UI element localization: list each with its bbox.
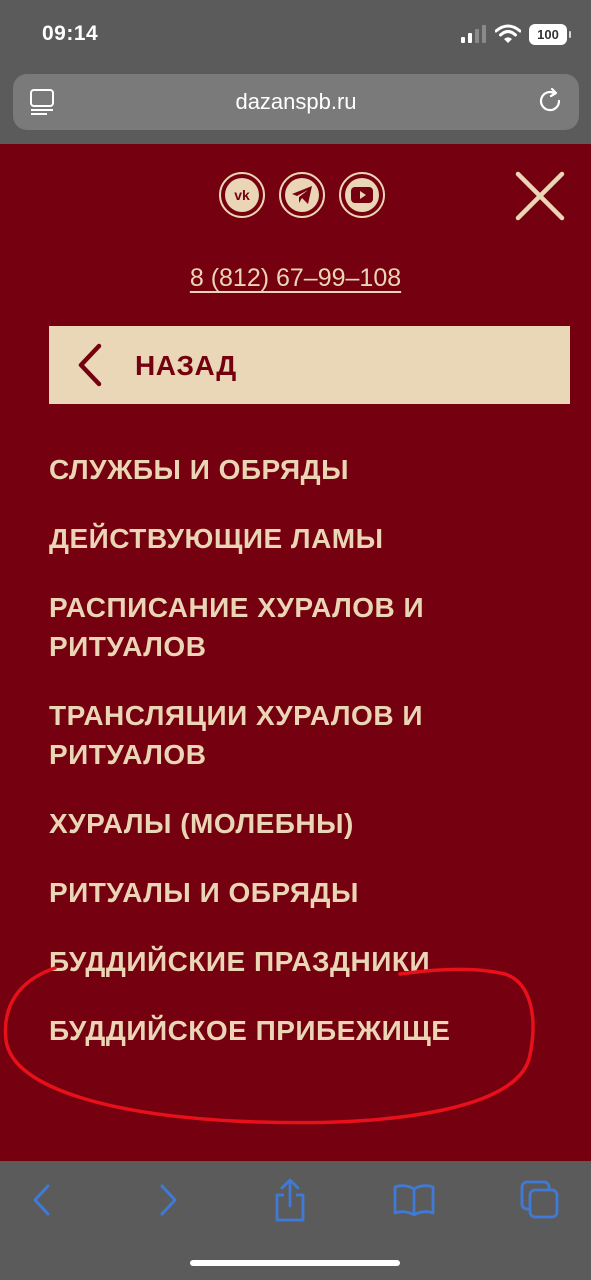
forward-nav-button[interactable]: [146, 1178, 190, 1222]
back-label: НАЗАД: [135, 350, 237, 381]
back-icon: [33, 1184, 50, 1216]
forward-icon: [160, 1184, 177, 1216]
social-links: vk: [219, 172, 385, 218]
address-bar[interactable]: dazanspb.ru: [13, 74, 579, 130]
mobile-menu-panel: vk 8 (812) 67–99–108 НАЗАД СЛУЖБЫ И ОБРЯ…: [0, 144, 591, 1161]
browser-toolbar: [0, 1161, 591, 1280]
bookmarks-button[interactable]: [392, 1178, 436, 1222]
vk-link[interactable]: vk: [219, 172, 265, 218]
youtube-icon: [345, 178, 379, 212]
share-icon: [275, 1178, 305, 1222]
cellular-signal-icon: [461, 25, 486, 43]
menu-item-broadcasts[interactable]: ТРАНСЛЯЦИИ ХУРАЛОВ И РИТУАЛОВ: [49, 696, 469, 774]
battery-indicator: 100: [529, 23, 571, 45]
tabs-button[interactable]: [518, 1178, 562, 1222]
close-icon[interactable]: [512, 168, 568, 224]
menu-list: СЛУЖБЫ И ОБРЯДЫ ДЕЙСТВУЮЩИЕ ЛАМЫ РАСПИСА…: [49, 450, 569, 1050]
back-nav-button[interactable]: [20, 1178, 64, 1222]
tabs-icon: [520, 1180, 559, 1219]
reload-icon[interactable]: [535, 86, 565, 116]
status-time: 09:14: [42, 22, 99, 45]
home-indicator: [190, 1260, 400, 1266]
telegram-icon: [285, 178, 319, 212]
status-icons: 100: [461, 20, 571, 48]
vk-icon: vk: [225, 178, 259, 212]
menu-item-lamas[interactable]: ДЕЙСТВУЮЩИЕ ЛАМЫ: [49, 519, 569, 558]
share-button[interactable]: [268, 1178, 312, 1222]
phone-link[interactable]: 8 (812) 67–99–108: [190, 264, 401, 292]
status-bar: 09:14 100: [0, 0, 591, 66]
url-text[interactable]: dazanspb.ru: [13, 89, 579, 115]
menu-item-schedule[interactable]: РАСПИСАНИЕ ХУРАЛОВ И РИТУАЛОВ: [49, 588, 469, 666]
wifi-icon: [495, 24, 521, 43]
menu-item-services[interactable]: СЛУЖБЫ И ОБРЯДЫ: [49, 450, 569, 489]
chevron-left-icon: [78, 343, 102, 387]
menu-item-khurals[interactable]: ХУРАЛЫ (МОЛЕБНЫ): [49, 804, 569, 843]
bookmarks-icon: [393, 1184, 435, 1217]
back-button[interactable]: НАЗАД: [49, 326, 570, 404]
menu-item-refuge[interactable]: БУДДИЙСКОЕ ПРИБЕЖИЩЕ: [49, 1011, 569, 1050]
youtube-link[interactable]: [339, 172, 385, 218]
telegram-link[interactable]: [279, 172, 325, 218]
menu-item-holidays[interactable]: БУДДИЙСКИЕ ПРАЗДНИКИ: [49, 942, 569, 981]
menu-item-rituals[interactable]: РИТУАЛЫ И ОБРЯДЫ: [49, 873, 569, 912]
phone-number: 8 (812) 67–99–108: [0, 264, 591, 293]
